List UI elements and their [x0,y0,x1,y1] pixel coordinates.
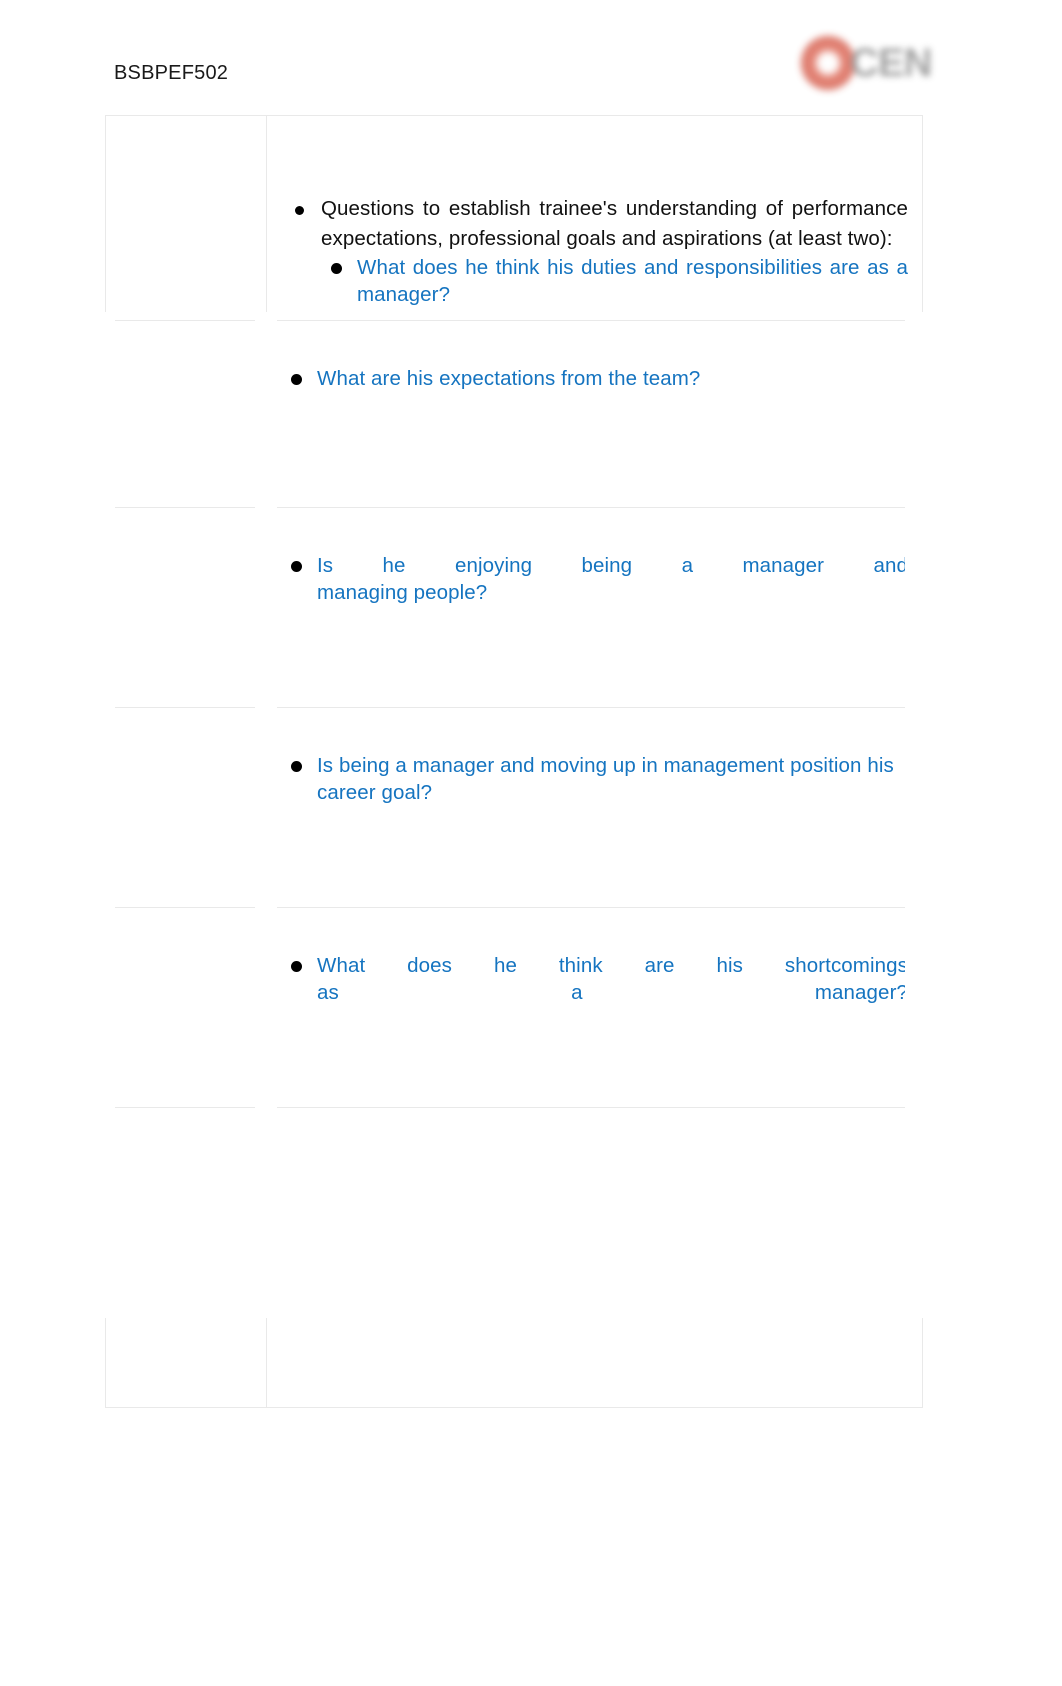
row-label [106,508,266,596]
row-label [106,908,266,996]
table-cell-content: What does he think are his shortcomings … [266,907,923,1108]
table-cell-label [105,707,267,908]
logo-wordmark: CEN [850,41,932,85]
table-cell-content: Is he enjoying being a manager and manag… [266,507,923,708]
table-cell-label [105,907,267,1108]
table-row: Is he enjoying being a manager and manag… [105,507,923,708]
logo-ring-icon [800,35,856,91]
prompt-text: Questions to establish trainee's underst… [321,197,908,250]
question-list: What does he think are his shortcomings … [281,952,908,1006]
question-line-1: What does he think are his shortcomings [317,954,908,977]
question-text: What does he think his duties and respon… [357,256,908,306]
table-cell-label [105,115,267,321]
page-header: BSBPEF502 CEN [0,0,1062,110]
row-label [106,116,266,204]
question-list: What are his expectations from the team? [281,365,908,392]
question-item: What does he think are his shortcomings … [281,952,908,1006]
question-line-2: as a manager? [317,981,908,1004]
table-row [105,1107,923,1408]
table-cell-content: Is being a manager and moving up in mana… [266,707,923,908]
table-cell-label [105,507,267,708]
table-row: Is being a manager and moving up in mana… [105,707,923,908]
document-page: BSBPEF502 CEN Questions to establish tra… [0,0,1062,1686]
question-line-2: managing people? [317,581,488,604]
table-cell-label [105,320,267,508]
question-list: Is being a manager and moving up in mana… [281,752,908,806]
row-label [106,321,266,409]
ocen-logo: CEN [800,32,970,94]
table-row: What does he think are his shortcomings … [105,907,923,1108]
question-item: Is he enjoying being a manager and manag… [281,552,908,606]
question-text: What are his expectations from the team? [317,367,701,390]
question-text: Is being a manager and moving up in mana… [317,754,894,804]
document-code: BSBPEF502 [114,62,229,84]
question-list: Is he enjoying being a manager and manag… [281,552,908,606]
question-item: What does he think his duties and respon… [321,254,908,308]
prompt-bullet: Questions to establish trainee's underst… [281,194,908,308]
table-cell-content: What are his expectations from the team? [266,320,923,508]
table-row: What are his expectations from the team? [105,320,923,508]
prompt-list: Questions to establish trainee's underst… [281,194,908,308]
question-line-1: Is he enjoying being a manager and [317,554,908,577]
table-cell-content [266,1107,923,1408]
table-row: Questions to establish trainee's underst… [105,115,923,321]
table-cell-content: Questions to establish trainee's underst… [266,115,923,321]
questions-table: Questions to establish trainee's underst… [105,115,923,1408]
table-cell-label [105,1107,267,1408]
question-item: Is being a manager and moving up in mana… [281,752,908,806]
question-item: What are his expectations from the team? [281,365,908,392]
row-label [106,708,266,796]
question-list: What does he think his duties and respon… [321,254,908,308]
